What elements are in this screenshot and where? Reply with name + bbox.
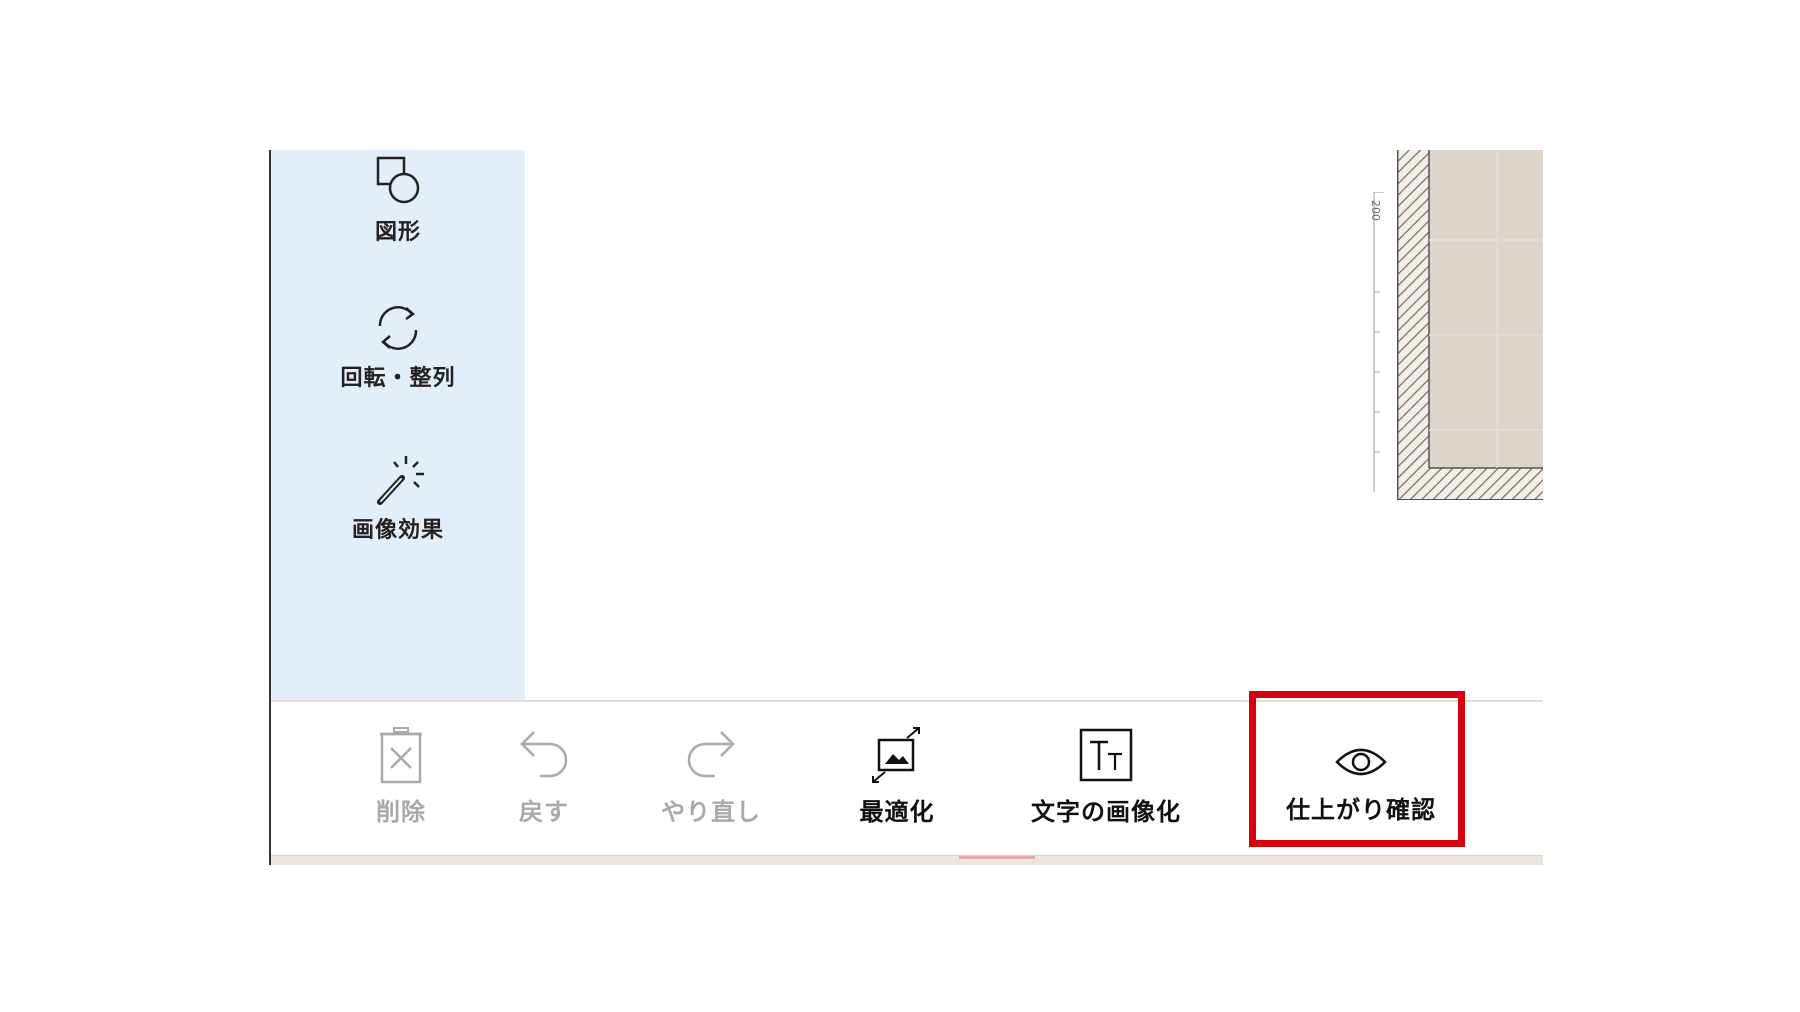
bottom-strip bbox=[271, 855, 1543, 865]
text-to-image-label: 文字の画像化 bbox=[1031, 798, 1181, 826]
optimize-label: 最適化 bbox=[859, 798, 935, 826]
side-item-label: 回転・整列 bbox=[340, 366, 456, 391]
undo-label: 戻す bbox=[519, 798, 569, 826]
bottom-accent bbox=[959, 856, 1035, 859]
side-item-label: 図形 bbox=[374, 220, 421, 245]
vertical-ruler bbox=[1373, 192, 1384, 492]
magic-wand-icon bbox=[377, 456, 424, 505]
rotate-icon bbox=[378, 306, 418, 350]
image-fit-icon bbox=[872, 727, 920, 783]
ruler-label: 200 bbox=[1369, 200, 1382, 221]
delete-button[interactable]: 削除 bbox=[361, 726, 441, 827]
side-item-shapes[interactable]: 図形 bbox=[271, 154, 525, 246]
eye-icon bbox=[1335, 748, 1387, 776]
side-item-image-effects[interactable]: 画像効果 bbox=[271, 452, 525, 544]
side-panel: 図形 回転・整列 画像効果 bbox=[271, 150, 525, 700]
undo-button[interactable]: 戻す bbox=[499, 726, 589, 827]
text-to-image-icon bbox=[1079, 728, 1133, 782]
trash-delete-icon bbox=[380, 727, 422, 784]
redo-button[interactable]: やり直し bbox=[649, 726, 773, 827]
undo-icon bbox=[520, 731, 568, 778]
side-item-rotate-align[interactable]: 回転・整列 bbox=[271, 300, 525, 392]
editor-window: 図形 回転・整列 画像効果 200 削除 戻す やり直し 最適化 文字の画像化 … bbox=[269, 150, 1543, 865]
delete-label: 削除 bbox=[376, 798, 426, 826]
preview-finish-label: 仕上がり確認 bbox=[1286, 796, 1436, 824]
bottom-toolbar: 削除 戻す やり直し 最適化 文字の画像化 仕上がり確認 bbox=[271, 700, 1543, 857]
shapes-icon bbox=[376, 156, 420, 204]
canvas-preview[interactable] bbox=[1397, 150, 1543, 500]
text-to-image-button[interactable]: 文字の画像化 bbox=[1021, 726, 1191, 827]
redo-label: やり直し bbox=[661, 798, 761, 826]
side-item-label: 画像効果 bbox=[351, 518, 444, 543]
optimize-button[interactable]: 最適化 bbox=[847, 726, 947, 827]
redo-icon bbox=[687, 731, 735, 778]
preview-finish-button[interactable]: 仕上がり確認 bbox=[1279, 742, 1443, 825]
